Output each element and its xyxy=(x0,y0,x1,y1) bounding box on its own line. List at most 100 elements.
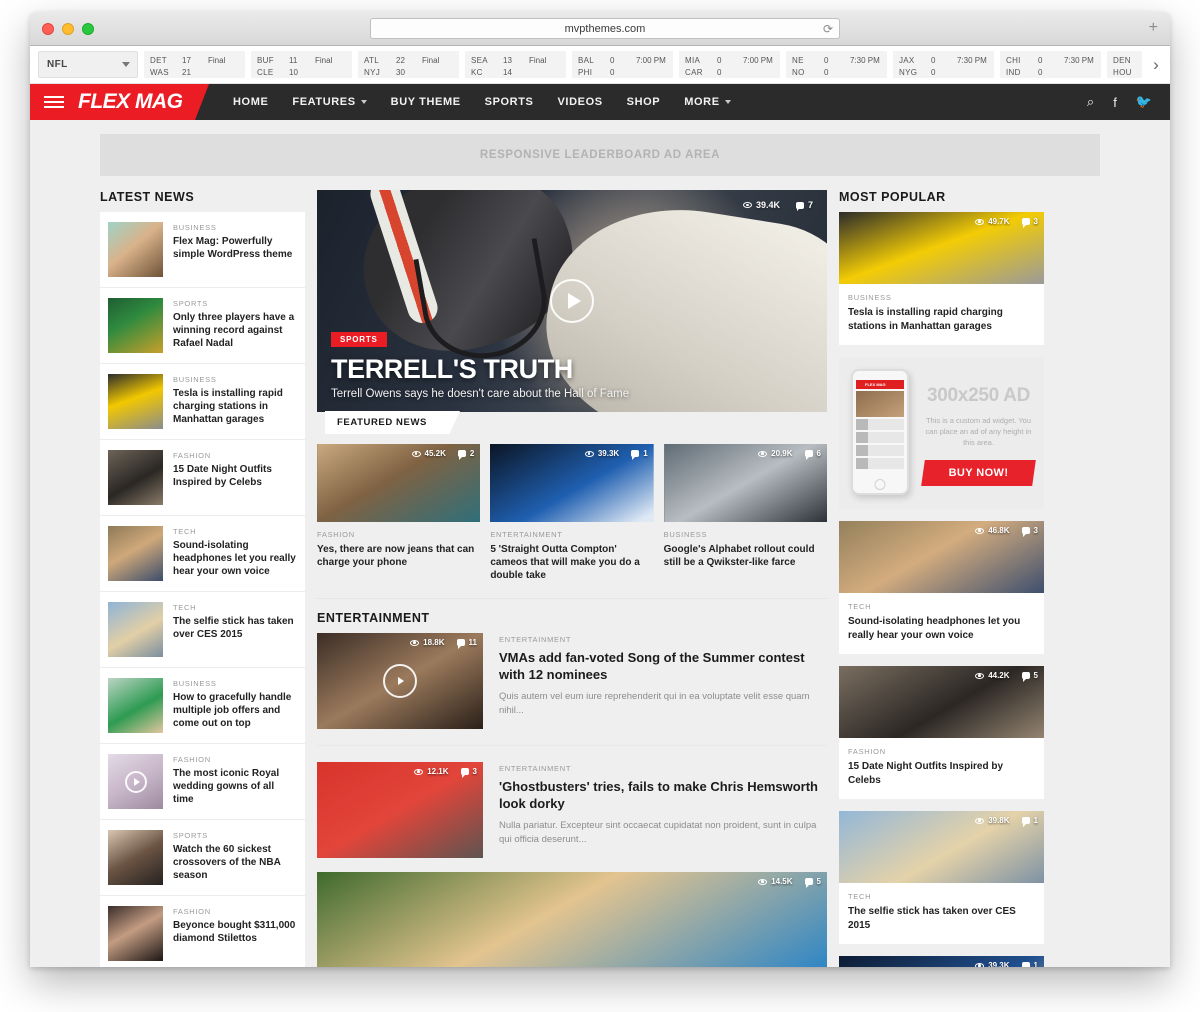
play-icon[interactable] xyxy=(383,664,417,698)
latest-news-item[interactable]: BUSINESS Tesla is installing rapid chargi… xyxy=(100,364,305,440)
article-thumbnail xyxy=(108,754,163,809)
play-icon[interactable] xyxy=(124,770,147,793)
article-title[interactable]: The selfie stick has taken over CES 2015 xyxy=(173,615,297,641)
article-title[interactable]: Sound-isolating headphones let you reall… xyxy=(173,539,297,578)
ticker-game[interactable]: BUF 11 Final CLE 10 xyxy=(251,51,352,78)
ticker-game[interactable]: MIA 0 7:00 PM CAR 0 xyxy=(679,51,780,78)
buy-now-button[interactable]: BUY NOW! xyxy=(921,460,1036,486)
search-icon[interactable]: ⌕ xyxy=(1087,94,1094,110)
article-title[interactable]: Tesla is installing rapid charging stati… xyxy=(848,306,1035,333)
article-title[interactable]: Flex Mag: Powerfully simple WordPress th… xyxy=(173,235,297,261)
article-title[interactable]: The selfie stick has taken over CES 2015 xyxy=(848,905,1035,932)
nav-item-buy-theme[interactable]: BUY THEME xyxy=(391,96,461,108)
article-title[interactable]: 15 Date Night Outfits Inspired by Celebs xyxy=(848,760,1035,787)
article-title[interactable]: 5 'Straight Outta Compton' cameos that w… xyxy=(490,543,653,582)
featured-card[interactable]: 39.3K 1 ENTERTAINMENT 5 'Straight Outta Com… xyxy=(490,444,654,582)
game-away-score: 0 xyxy=(1038,56,1043,65)
nav-item-shop[interactable]: SHOP xyxy=(627,96,661,108)
ticker-game[interactable]: BAL 0 7:00 PM PHI 0 xyxy=(572,51,673,78)
most-popular-item[interactable]: 44.2K 5 FASHION 15 Date Night Outfits Inspi… xyxy=(839,666,1044,799)
nav-item-more[interactable]: MORE xyxy=(684,96,731,108)
latest-news-item[interactable]: BUSINESS How to gracefully handle multipl… xyxy=(100,668,305,744)
article-title[interactable]: Sound-isolating headphones let you reall… xyxy=(848,615,1035,642)
sidebar-ad-widget[interactable]: FLEX MAG 300x250 AD This is a custom ad … xyxy=(839,357,1044,509)
most-popular-item[interactable]: 49.7K 3 BUSINESS Tesla is installing rapid … xyxy=(839,212,1044,345)
ticker-game[interactable]: JAX 0 7:30 PM NYG 0 xyxy=(893,51,994,78)
article-title[interactable]: Only three players have a winning record… xyxy=(173,311,297,350)
article-category: SPORTS xyxy=(173,831,208,840)
nav-item-features[interactable]: FEATURES xyxy=(292,96,367,108)
most-popular-item[interactable]: 39.8K 1 TECH The selfie stick has taken ove… xyxy=(839,811,1044,944)
entertainment-item[interactable]: 12.1K 3 ENTERTAINMENT 'Ghostbusters' tries,… xyxy=(317,762,827,858)
close-window-button[interactable] xyxy=(42,23,54,35)
ticker-next-button[interactable]: › xyxy=(1142,46,1170,83)
article-thumbnail: 39.8K 1 xyxy=(839,811,1044,883)
latest-news-item[interactable]: FASHION 15 Date Night Outfits Inspired by… xyxy=(100,440,305,516)
address-bar[interactable]: mvpthemes.com ⟳ xyxy=(370,18,840,39)
article-thumbnail: 44.2K 5 xyxy=(839,666,1044,738)
featured-card[interactable]: 45.2K 2 FASHION Yes, there are now jeans th… xyxy=(317,444,481,582)
ticker-game[interactable]: NE 0 7:30 PM NO 0 xyxy=(786,51,887,78)
article-excerpt: Quis autem vel eum iure reprehenderit qu… xyxy=(499,691,810,716)
reload-icon[interactable]: ⟳ xyxy=(823,22,833,36)
most-popular-item[interactable]: 46.8K 3 TECH Sound-isolating headphones let… xyxy=(839,521,1044,654)
play-button[interactable] xyxy=(550,279,594,323)
eye-icon xyxy=(975,817,985,824)
article-title[interactable]: Google's Alphabet rollout could still be… xyxy=(664,543,827,569)
article-title[interactable]: VMAs add fan-voted Song of the Summer co… xyxy=(499,649,827,683)
maximize-window-button[interactable] xyxy=(82,23,94,35)
latest-news-item[interactable]: FASHION The most iconic Royal wedding gow… xyxy=(100,744,305,820)
article-title[interactable]: 15 Date Night Outfits Inspired by Celebs xyxy=(173,463,297,489)
brand-block[interactable]: FLEX MAG xyxy=(30,84,209,120)
eye-icon xyxy=(410,639,420,646)
minimize-window-button[interactable] xyxy=(62,23,74,35)
leaderboard-ad[interactable]: RESPONSIVE LEADERBOARD AD AREA xyxy=(100,134,1100,176)
article-title[interactable]: 'Ghostbusters' tries, fails to make Chri… xyxy=(499,778,827,812)
article-title[interactable]: Watch the 60 sickest crossovers of the N… xyxy=(173,843,297,882)
featured-card[interactable]: 20.9K 6 BUSINESS Google's Alphabet rollout … xyxy=(663,444,827,582)
article-category: ENTERTAINMENT xyxy=(499,635,572,644)
new-tab-button[interactable]: + xyxy=(1149,20,1158,36)
nav-item-home[interactable]: HOME xyxy=(233,96,268,108)
view-count: 18.8K xyxy=(410,638,445,647)
nav-item-sports[interactable]: SPORTS xyxy=(485,96,534,108)
featured-news-tab[interactable]: FEATURED NEWS xyxy=(325,411,460,435)
twitter-icon[interactable]: 🐦 xyxy=(1136,94,1152,110)
site-logo[interactable]: FLEX MAG xyxy=(78,90,183,114)
article-title[interactable]: Yes, there are now jeans that can charge… xyxy=(317,543,480,569)
ticker-game[interactable]: CHI 0 7:30 PM IND 0 xyxy=(1000,51,1101,78)
latest-news-item[interactable]: FASHION Beyonce bought $311,000 diamond S… xyxy=(100,896,305,967)
ticker-game[interactable]: SEA 13 Final KC 14 xyxy=(465,51,566,78)
entertainment-wide-image[interactable]: 14.5K 5 xyxy=(317,872,827,967)
url-text: mvpthemes.com xyxy=(564,22,646,35)
article-title[interactable]: Tesla is installing rapid charging stati… xyxy=(173,387,297,426)
page-viewport: NFL DET 17 Final WAS 21 BUF 11 Final CLE 10 ATL 22 F… xyxy=(30,46,1170,967)
comment-icon xyxy=(1021,218,1030,228)
hero-category-badge[interactable]: SPORTS xyxy=(331,332,387,347)
ticker-game[interactable]: DEN08:00HOU0 xyxy=(1107,51,1142,78)
latest-news-item[interactable]: SPORTS Only three players have a winning … xyxy=(100,288,305,364)
most-popular-item[interactable]: 39.3K 1 xyxy=(839,956,1044,967)
entertainment-item[interactable]: 18.8K 11 ENTERTAINMENT VMAs add fan-voted S… xyxy=(317,633,827,746)
hero-title[interactable]: TERRELL'S TRUTH xyxy=(331,354,629,384)
facebook-icon[interactable]: f xyxy=(1113,95,1117,110)
window-controls[interactable] xyxy=(42,23,94,35)
game-away-team: DEN xyxy=(1113,56,1131,65)
latest-news-item[interactable]: BUSINESS Flex Mag: Powerfully simple Word… xyxy=(100,212,305,288)
comment-count: 1 xyxy=(1021,961,1038,967)
game-away-score: 0 xyxy=(824,56,829,65)
latest-news-item[interactable]: TECH Sound-isolating headphones let you r… xyxy=(100,516,305,592)
hero-article[interactable]: 39.4K 7 SPORTS TERRELL'S TRUTH Terrell O… xyxy=(317,190,827,412)
ticker-game[interactable]: DET 17 Final WAS 21 xyxy=(144,51,245,78)
latest-news-item[interactable]: TECH The selfie stick has taken over CES … xyxy=(100,592,305,668)
ticker-game[interactable]: ATL 22 Final NYJ 30 xyxy=(358,51,459,78)
hamburger-menu-icon[interactable] xyxy=(44,93,64,111)
league-selector[interactable]: NFL xyxy=(38,51,138,78)
nav-item-videos[interactable]: VIDEOS xyxy=(558,96,603,108)
game-home-team: HOU xyxy=(1113,68,1132,77)
article-title[interactable]: Beyonce bought $311,000 diamond Stiletto… xyxy=(173,919,297,945)
latest-news-item[interactable]: SPORTS Watch the 60 sickest crossovers of… xyxy=(100,820,305,896)
article-title[interactable]: How to gracefully handle multiple job of… xyxy=(173,691,297,730)
browser-titlebar: mvpthemes.com ⟳ + xyxy=(30,12,1170,46)
article-title[interactable]: The most iconic Royal wedding gowns of a… xyxy=(173,767,297,806)
